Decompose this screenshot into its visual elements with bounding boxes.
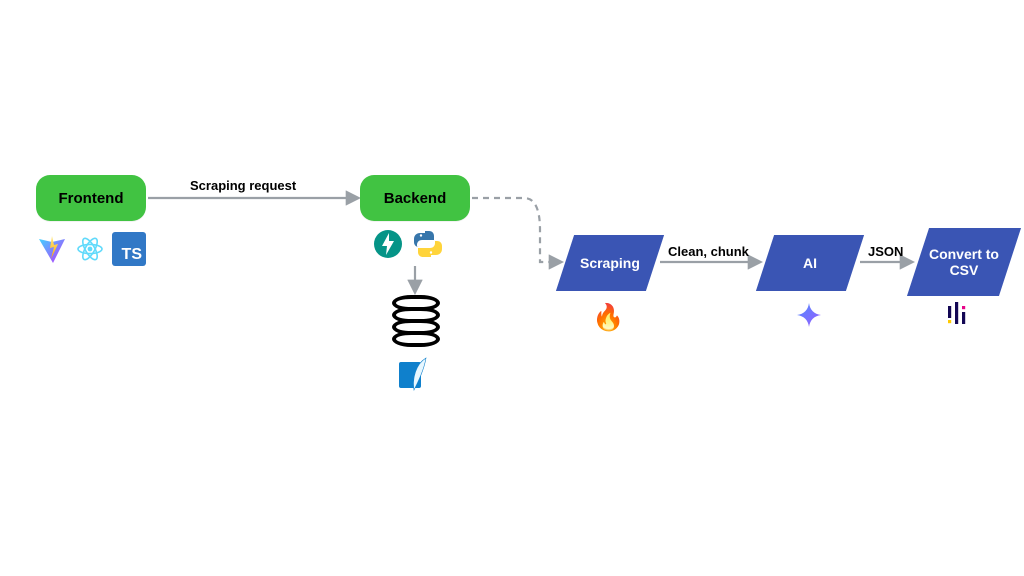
pandas-icon xyxy=(945,302,969,335)
database-icon xyxy=(392,295,440,347)
react-icon xyxy=(74,233,106,265)
edge-label-frontend-backend: Scraping request xyxy=(190,178,296,193)
node-scraping-label: Scraping xyxy=(580,255,640,271)
node-backend-label: Backend xyxy=(384,190,447,207)
typescript-icon: TS xyxy=(112,232,146,266)
sqlite-feather-icon xyxy=(396,356,432,397)
fire-icon: 🔥 xyxy=(592,302,624,333)
python-icon xyxy=(410,228,442,260)
edge-label-ai-csv: JSON xyxy=(868,244,903,259)
arrow-layer xyxy=(0,0,1024,576)
fastapi-icon xyxy=(372,228,404,260)
node-frontend-label: Frontend xyxy=(59,190,124,207)
node-ai-label: AI xyxy=(803,255,817,271)
gemini-sparkle-icon xyxy=(796,302,822,333)
node-convert-csv: Convert to CSV xyxy=(907,228,1021,296)
vite-icon xyxy=(36,233,68,265)
architecture-diagram: Scraping request Clean, chunk JSON Front… xyxy=(0,0,1024,576)
node-frontend: Frontend xyxy=(36,175,146,221)
node-ai: AI xyxy=(756,235,864,291)
node-backend: Backend xyxy=(360,175,470,221)
backend-tech-icons xyxy=(372,228,442,260)
frontend-tech-icons: TS xyxy=(36,232,146,266)
node-scraping: Scraping xyxy=(556,235,664,291)
edge-label-scraping-ai: Clean, chunk xyxy=(668,244,749,259)
node-convert-csv-label: Convert to CSV xyxy=(918,246,1010,278)
